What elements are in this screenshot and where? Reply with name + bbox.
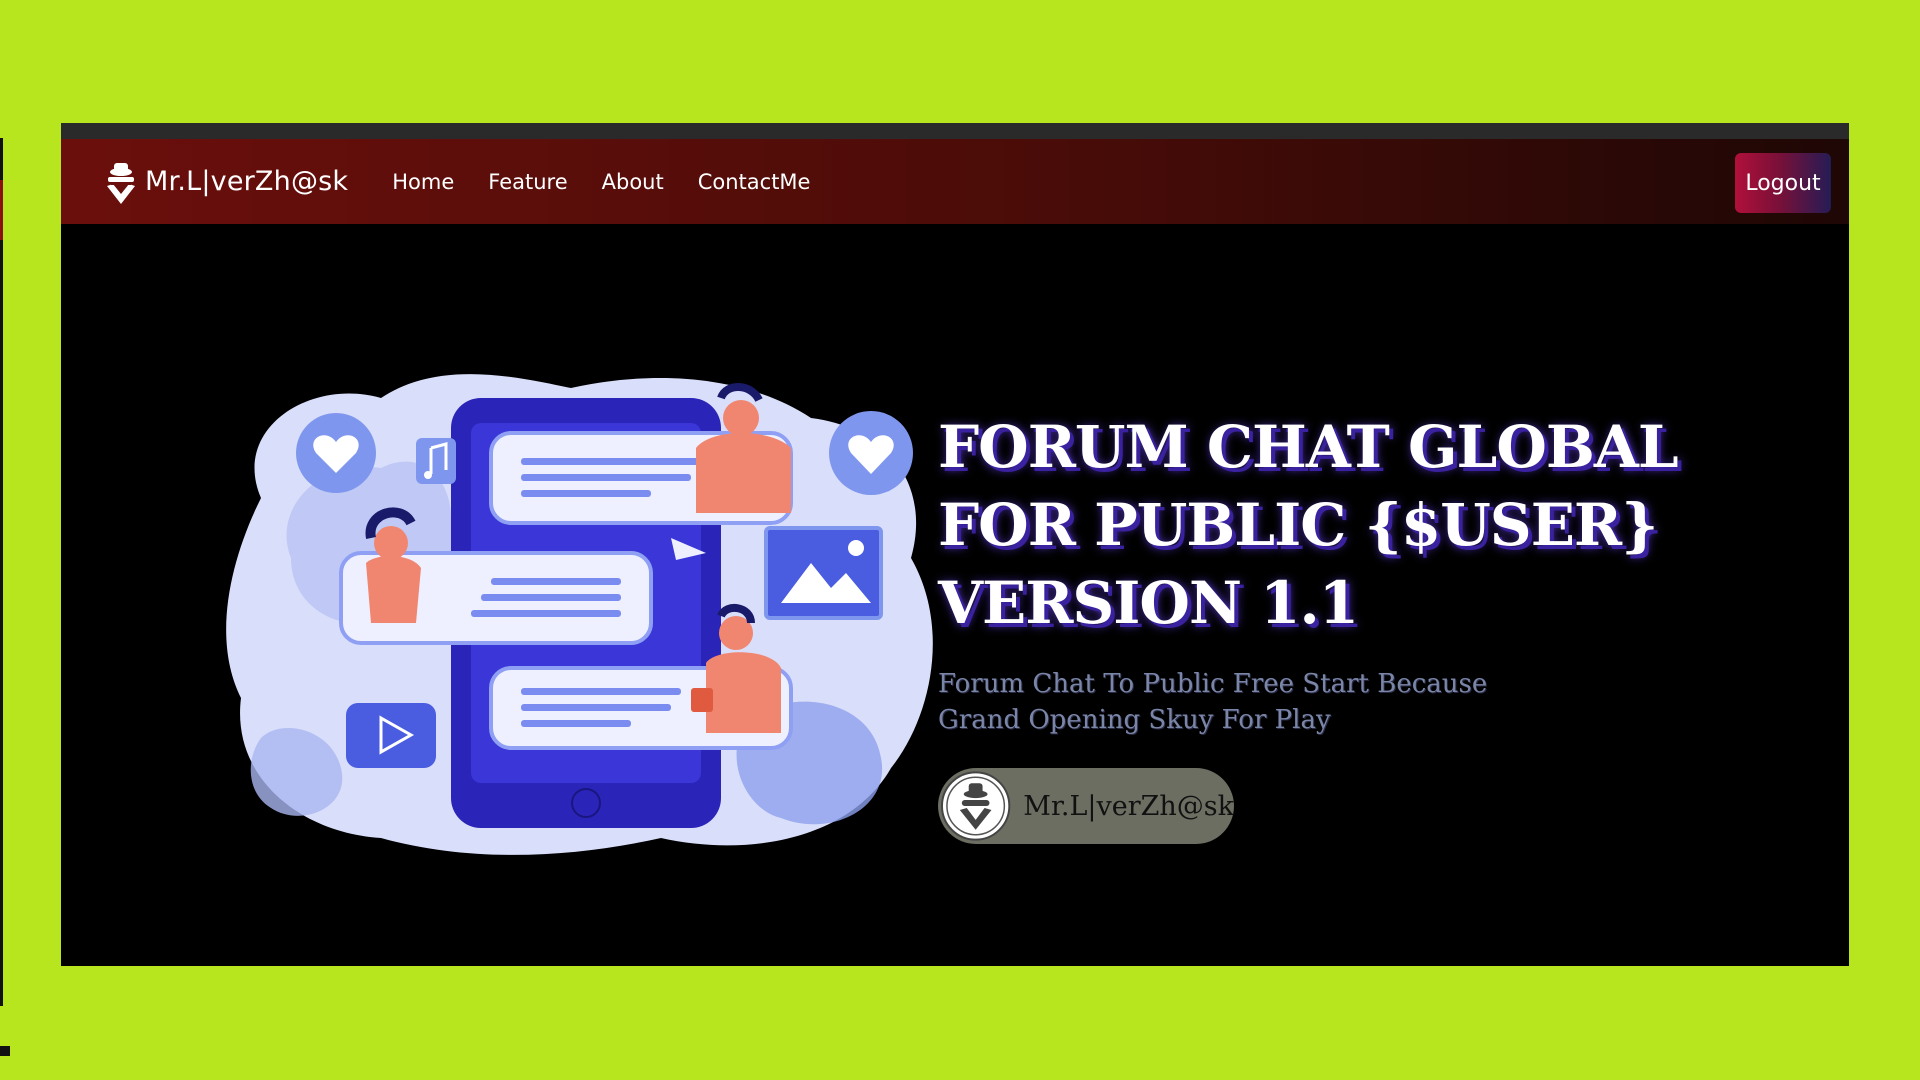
nav-home[interactable]: Home — [392, 170, 454, 194]
hero-title-line: FORUM CHAT GLOBAL — [938, 413, 1679, 481]
spy-hacker-icon — [107, 162, 135, 204]
browser-frame: Mr.L|verZh@sk Home Feature About Contact… — [61, 123, 1849, 966]
brand-logo-link[interactable]: Mr.L|verZh@sk — [101, 160, 348, 204]
hero-subtitle-line: Forum Chat To Public Free Start Because — [938, 669, 1488, 699]
hero-title-line: FOR PUBLIC {$USER} — [938, 491, 1658, 559]
hero-subtitle: Forum Chat To Public Free Start Because … — [938, 666, 1798, 738]
hero-subtitle-line: Grand Opening Skuy For Play — [938, 705, 1331, 735]
hero-title: FORUM CHAT GLOBAL FOR PUBLIC {$USER} VER… — [938, 408, 1798, 642]
left-edge-accent — [0, 180, 3, 240]
nav-contactme[interactable]: ContactMe — [698, 170, 811, 194]
nav-about[interactable]: About — [602, 170, 664, 194]
brand-name: Mr.L|verZh@sk — [145, 166, 349, 197]
hero-title-line: VERSION 1.1 — [938, 569, 1359, 637]
spy-avatar-icon — [940, 771, 1011, 841]
frame-top-bar — [61, 123, 1849, 139]
logout-button[interactable]: Logout — [1735, 153, 1831, 213]
chat-phone-illustration — [226, 374, 933, 855]
hero-content: FORUM CHAT GLOBAL FOR PUBLIC {$USER} VER… — [938, 408, 1798, 844]
author-name: Mr.L|verZh@sk — [1023, 790, 1234, 822]
left-edge-line — [0, 138, 3, 1006]
author-badge[interactable]: Mr.L|verZh@sk — [938, 768, 1234, 844]
nav-menu: Home Feature About ContactMe — [392, 170, 844, 194]
navbar: Mr.L|verZh@sk Home Feature About Contact… — [61, 139, 1849, 224]
corner-marker — [0, 1046, 10, 1056]
nav-feature[interactable]: Feature — [488, 170, 567, 194]
